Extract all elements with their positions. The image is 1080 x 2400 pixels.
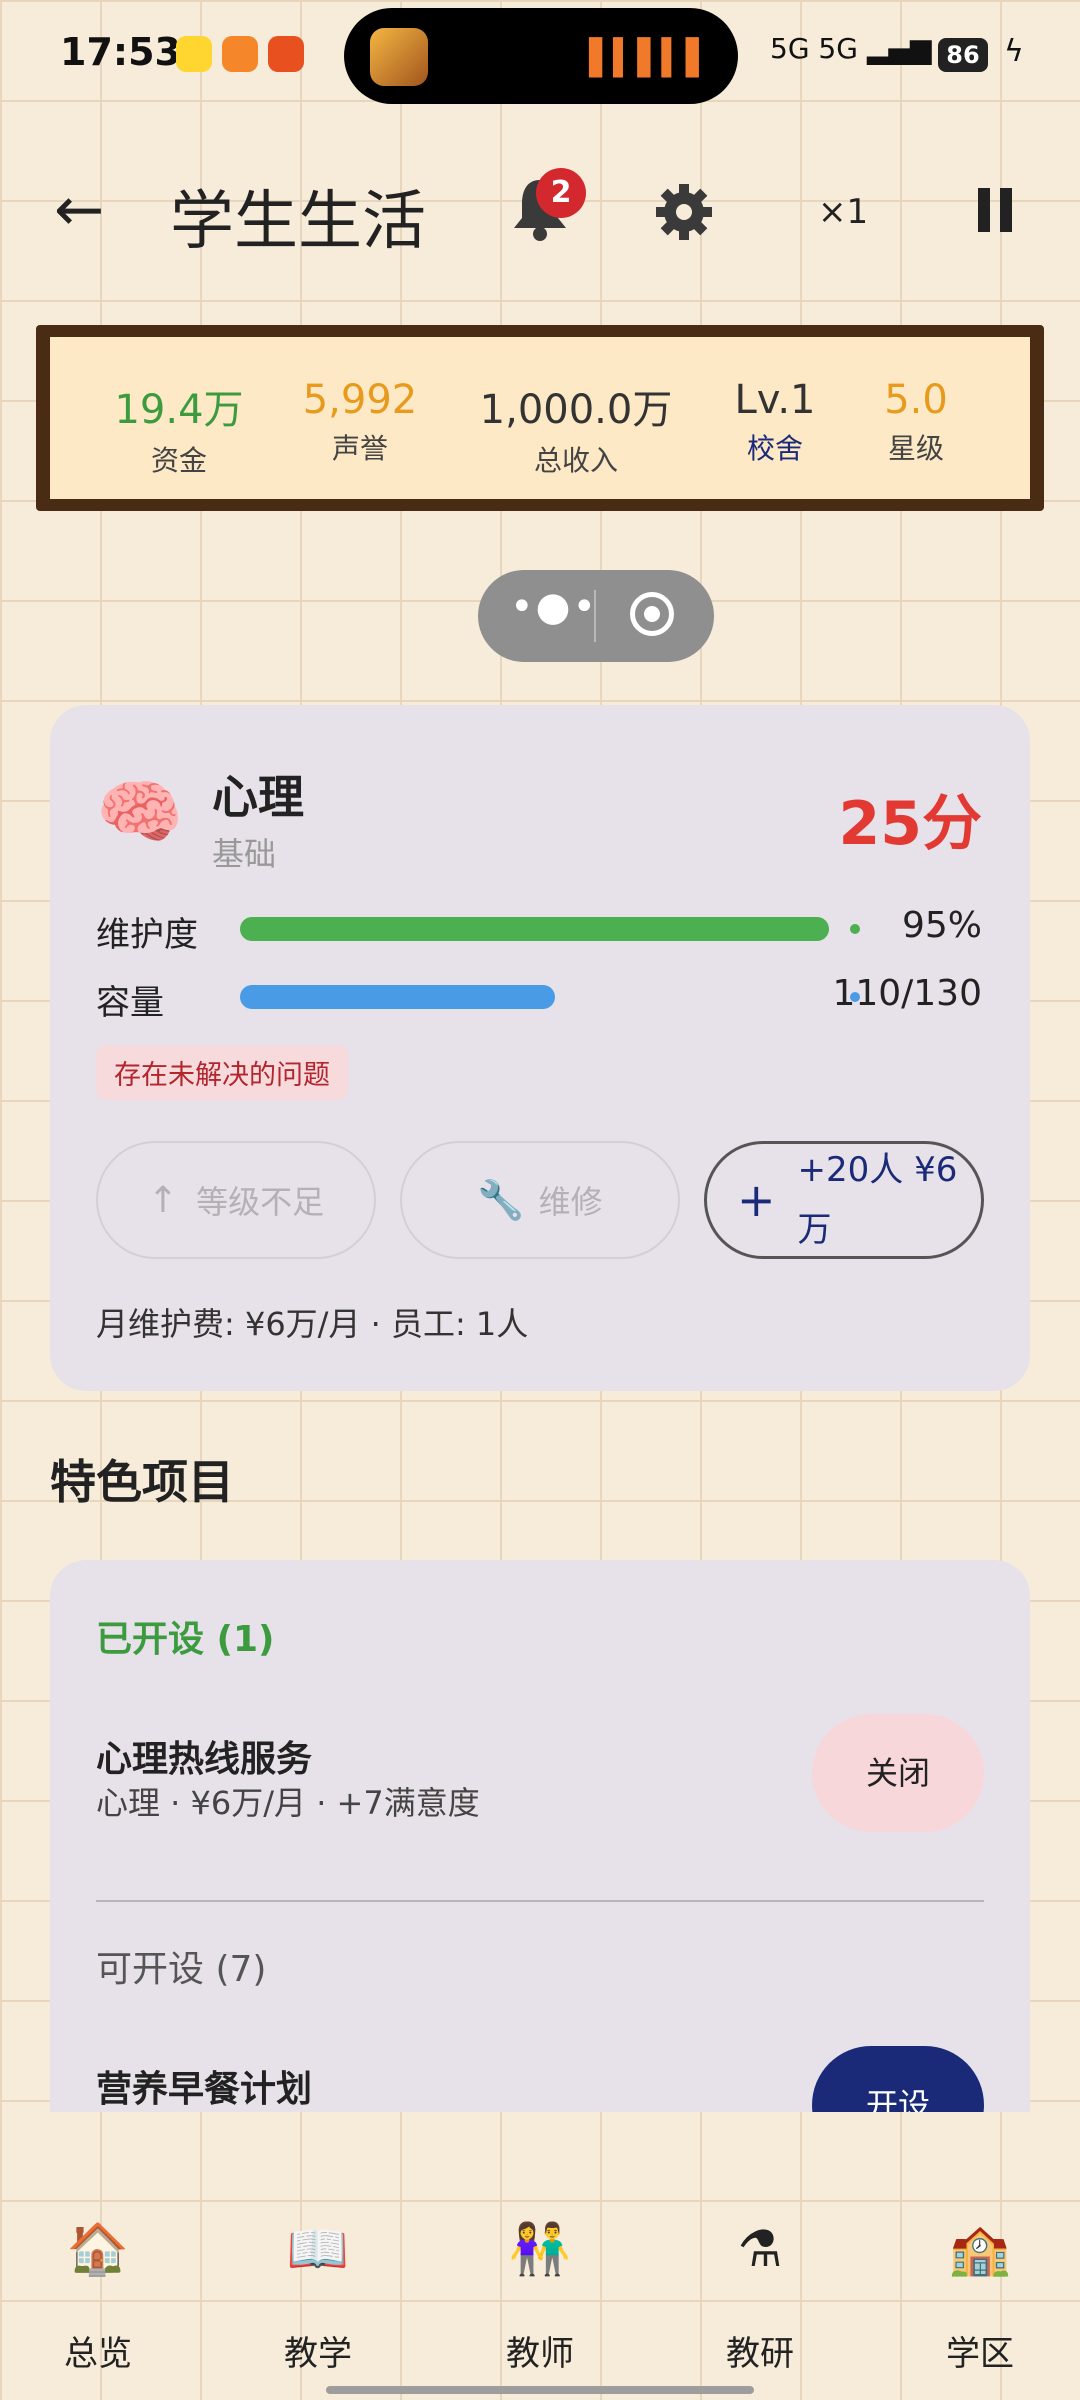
app-icon — [176, 36, 212, 72]
home-indicator[interactable] — [326, 2386, 754, 2394]
close-project-button[interactable]: 关闭 — [812, 1714, 984, 1832]
audio-wave-icon: ▌▍▌▍▌ — [589, 38, 712, 78]
district-icon: 🏫 — [948, 2220, 1012, 2278]
nav-item-teaching[interactable]: 📖 教学 — [248, 2220, 388, 2375]
project-name: 心理热线服务 — [96, 1739, 313, 1780]
flask-icon: ⚗ — [737, 2220, 783, 2278]
capacity-bar-fill — [240, 985, 555, 1009]
nav-item-overview[interactable]: 🏠 总览 — [28, 2220, 168, 2375]
teachers-icon: 👫 — [508, 2220, 572, 2278]
pause-icon[interactable] — [978, 188, 1014, 232]
facility-level: 基础 — [212, 835, 277, 873]
capacity-value: 110/130 — [832, 973, 982, 1014]
close-target-icon[interactable] — [630, 592, 674, 636]
expand-capacity-button[interactable]: + +20人 ¥6万 — [704, 1141, 984, 1259]
app-header: ← 学生生活 2 ×1 — [0, 150, 1080, 270]
issue-badge[interactable]: 存在未解决的问题 — [96, 1045, 348, 1100]
maintenance-bar-end — [850, 924, 860, 934]
stats-bar: 19.4万 资金 5,992 声誉 1,000.0万 总收入 Lv.1 校舍 5… — [36, 325, 1044, 511]
maintenance-bar-fill — [240, 917, 829, 941]
gear-icon[interactable] — [652, 180, 716, 248]
stat-building-level[interactable]: Lv.1 校舍 — [710, 377, 840, 467]
wrench-icon: 🔧 — [477, 1177, 525, 1222]
nav-item-teachers[interactable]: 👫 教师 — [470, 2220, 610, 2375]
maintenance-label: 维护度 — [96, 915, 198, 955]
project-meta: 心理 · ¥6万/月 · +7满意度 — [96, 1784, 480, 1822]
maintenance-bar — [240, 917, 860, 941]
available-header: 可开设 (7) — [96, 1949, 267, 1990]
capsule-divider — [594, 590, 596, 642]
facility-card: 🧠 心理 基础 25分 维护度 95% 容量 110/130 存在未解决的问题 … — [50, 705, 1030, 1391]
bottom-nav: 🏠 总览 📖 教学 👫 教师 ⚗ 教研 🏫 学区 — [0, 2200, 1080, 2400]
island-avatar — [370, 28, 428, 86]
repair-button[interactable]: 🔧 维修 — [400, 1141, 680, 1259]
dynamic-island[interactable]: ▌▍▌▍▌ — [344, 8, 738, 104]
charging-icon: ϟ — [1004, 34, 1024, 69]
stat-stars: 5.0 星级 — [884, 377, 948, 465]
stats-panel: 19.4万 资金 5,992 声誉 1,000.0万 总收入 Lv.1 校舍 5… — [50, 337, 1030, 499]
miniprogram-capsule: •●• — [478, 570, 714, 662]
status-bar: 17:53 ▌▍▌▍▌ 5G 5G ▂▄▆ ◠ 86 ϟ — [0, 0, 1080, 110]
app-icon — [268, 36, 304, 72]
stat-reputation: 5,992 声誉 — [302, 377, 418, 465]
page-title: 学生生活 — [170, 185, 426, 259]
notification-badge: 2 — [536, 168, 586, 218]
facility-footer: 月维护费: ¥6万/月 · 员工: 1人 — [96, 1305, 529, 1343]
battery-icon: 86 — [938, 38, 988, 72]
open-project-button[interactable]: 开设 — [812, 2046, 984, 2112]
facility-score: 25分 — [838, 789, 983, 859]
capacity-bar — [240, 985, 860, 1009]
plus-icon: + — [737, 1173, 776, 1227]
opened-header: 已开设 (1) — [96, 1619, 275, 1660]
status-time: 17:53 — [60, 30, 181, 74]
school-icon: 🏠 — [66, 2220, 130, 2278]
book-icon: 📖 — [286, 2220, 350, 2278]
stat-funds: 19.4万 资金 — [114, 387, 244, 477]
app-icon — [222, 36, 258, 72]
stat-income: 1,000.0万 总收入 — [479, 387, 673, 477]
section-title: 特色项目 — [50, 1455, 234, 1509]
special-projects-card: 已开设 (1) 心理热线服务 心理 · ¥6万/月 · +7满意度 关闭 可开设… — [50, 1560, 1030, 2112]
more-icon[interactable]: •●• — [510, 584, 598, 630]
facility-name: 心理 — [212, 770, 304, 824]
arrow-up-icon: ↑ — [147, 1179, 179, 1221]
nav-item-district[interactable]: 🏫 学区 — [910, 2220, 1050, 2375]
capacity-label: 容量 — [96, 983, 164, 1023]
speed-toggle[interactable]: ×1 — [818, 192, 868, 232]
back-arrow-icon[interactable]: ← — [54, 180, 104, 240]
project-name: 营养早餐计划 — [96, 2069, 313, 2110]
maintenance-value: 95% — [901, 905, 982, 946]
brain-icon: 🧠 — [96, 771, 184, 853]
divider — [96, 1900, 984, 1902]
upgrade-button[interactable]: ↑ 等级不足 — [96, 1141, 376, 1259]
nav-item-research[interactable]: ⚗ 教研 — [690, 2220, 830, 2375]
signal-icon: 5G 5G ▂▄▆ ◠ — [770, 32, 965, 65]
